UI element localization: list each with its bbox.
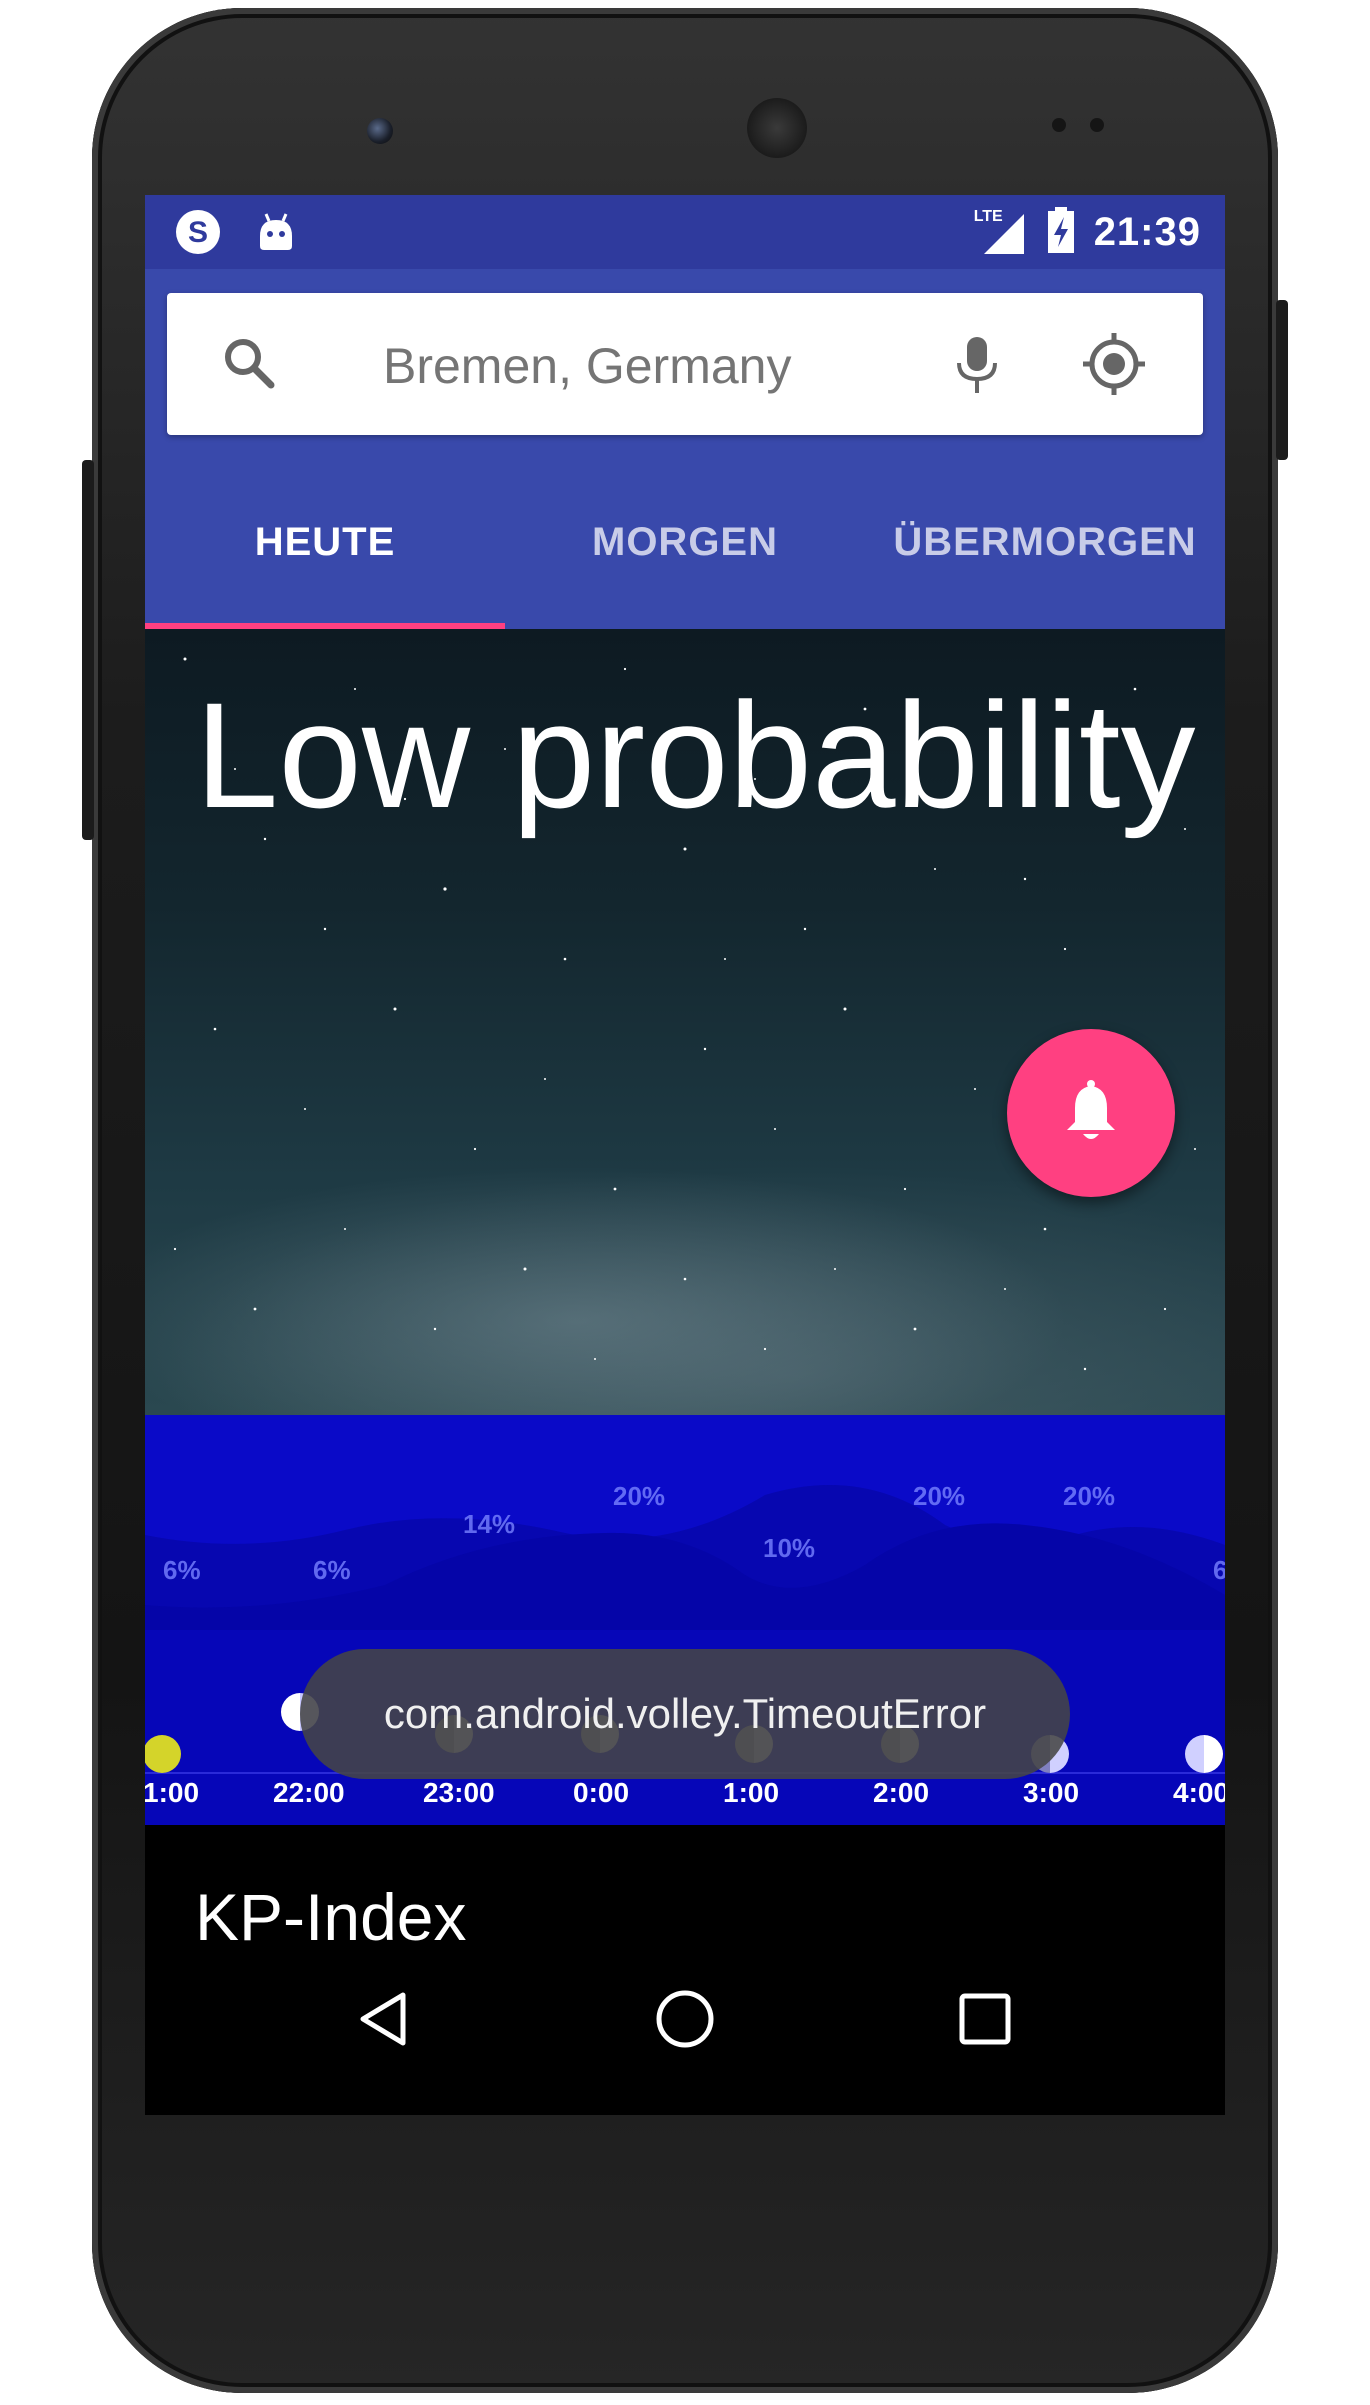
forecast-percent: 10% (763, 1533, 816, 1563)
back-button[interactable] (333, 1969, 433, 2069)
forecast-percent: 20% (913, 1481, 966, 1511)
hero-sky: Low probability (145, 629, 1225, 1415)
bell-icon (1067, 1080, 1115, 1139)
search-input[interactable]: Bremen, Germany (383, 337, 791, 395)
forecast-percent: 6% (313, 1555, 351, 1585)
navigation-bar (145, 1929, 1225, 2115)
forecast-time: 3:00 (1023, 1777, 1080, 1808)
forecast-time: 1:00 (723, 1777, 780, 1808)
search-bar[interactable]: Bremen, Germany (167, 293, 1203, 435)
probability-title: Low probability (195, 671, 1196, 839)
mic-icon[interactable] (947, 333, 1007, 397)
forecast-time: 4:00 (1173, 1777, 1225, 1808)
status-bar: S LTE 21:39 (145, 195, 1225, 269)
earpiece-speaker (747, 98, 807, 158)
recents-button[interactable] (935, 1969, 1035, 2069)
volume-rocker (82, 460, 94, 840)
forecast-time: 0:00 (573, 1777, 630, 1808)
signal-icon: LTE (974, 208, 1028, 258)
clock: 21:39 (1093, 210, 1201, 254)
forecast-time: 23:00 (423, 1777, 495, 1808)
light-sensor (1090, 118, 1104, 132)
forecast-percent: 20% (1063, 1481, 1116, 1511)
alert-fab[interactable] (1007, 1029, 1175, 1197)
day-tabs: HEUTE MORGEN ÜBERMORGEN (145, 479, 1225, 605)
android-icon (251, 207, 301, 257)
front-camera (367, 118, 393, 144)
search-icon[interactable] (219, 333, 279, 393)
forecast-percent: 6% (163, 1555, 201, 1585)
svg-text:S: S (188, 216, 208, 249)
recents-icon (959, 1993, 1011, 2045)
power-button (1276, 300, 1288, 460)
tab-uebermorgen[interactable]: ÜBERMORGEN (865, 479, 1225, 605)
my-location-icon[interactable] (1079, 329, 1149, 399)
forecast-percent: 14% (463, 1509, 516, 1539)
forecast-percent: 6 (1213, 1555, 1225, 1585)
forecast-percent: 20% (613, 1481, 666, 1511)
home-icon (656, 1990, 714, 2048)
forecast-time: 1:00 (145, 1777, 200, 1808)
error-toast: com.android.volley.TimeoutError (300, 1649, 1070, 1779)
tab-morgen[interactable]: MORGEN (505, 479, 865, 605)
battery-icon (1046, 205, 1076, 260)
moon-phase-icon (1185, 1735, 1223, 1773)
forecast-time: 22:00 (273, 1777, 345, 1808)
proximity-sensor (1052, 118, 1066, 132)
forecast-time: 2:00 (873, 1777, 930, 1808)
screen: S LTE 21:39 Bremen, Germany HEUTE MORGEN… (145, 195, 1225, 2115)
back-icon (360, 1992, 406, 2046)
home-button[interactable] (635, 1969, 735, 2069)
tab-heute[interactable]: HEUTE (145, 479, 505, 605)
skype-icon: S (173, 207, 223, 257)
